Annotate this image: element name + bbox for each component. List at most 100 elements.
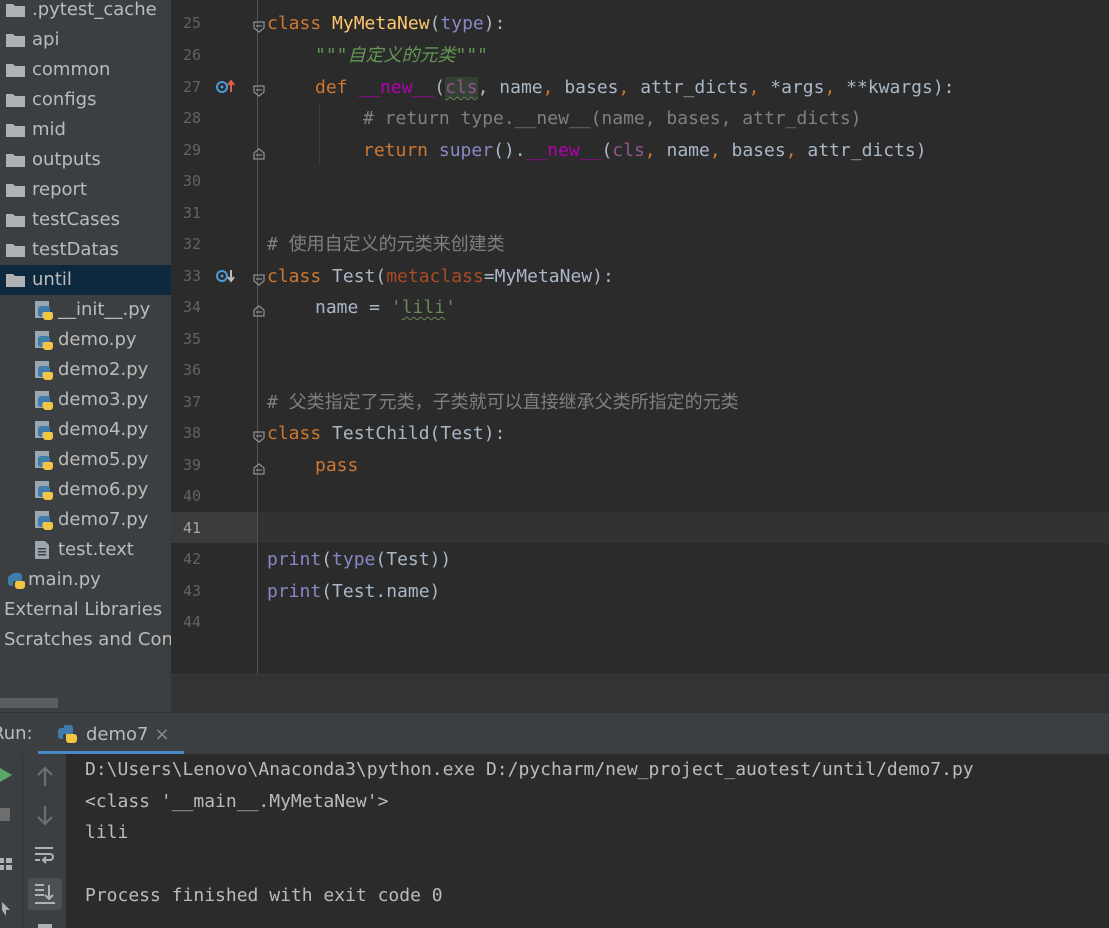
tree-item-pytest-cache[interactable]: .pytest_cache — [0, 0, 171, 25]
token-string-quote: ' — [390, 297, 402, 318]
python-file-icon — [34, 420, 54, 440]
tree-item-label: until — [32, 269, 72, 290]
tree-item-main-py[interactable]: main.py — [0, 565, 171, 595]
code-line-28[interactable]: # return type.__new__(name, bases, attr_… — [363, 103, 862, 134]
token-keyword: return — [363, 140, 429, 161]
code-line-33[interactable]: class Test(metaclass=MyMetaNew): — [267, 261, 614, 292]
folder-icon — [6, 2, 26, 18]
tree-item-label: configs — [32, 89, 97, 110]
tree-item-demo5-py[interactable]: demo5.py — [0, 445, 171, 475]
tree-item-demo6-py[interactable]: demo6.py — [0, 475, 171, 505]
folder-icon — [6, 122, 26, 138]
tree-item-label: demo5.py — [58, 449, 149, 470]
implemented-icon[interactable] — [215, 265, 237, 287]
token-arg: bases — [720, 140, 786, 161]
tree-item-label: api — [32, 29, 60, 50]
line-number: 34 — [182, 298, 201, 316]
python-file-icon — [34, 360, 54, 380]
code-line-34[interactable]: name = 'lili' — [315, 292, 456, 323]
print-icon[interactable] — [36, 920, 54, 928]
indent-guide — [319, 103, 320, 165]
tree-item-testcases[interactable]: testCases — [0, 205, 171, 235]
tree-item-label: .pytest_cache — [32, 0, 157, 20]
tree-item-outputs[interactable]: outputs — [0, 145, 171, 175]
code-line-42[interactable]: print(type(Test)) — [267, 544, 451, 575]
folder-icon — [6, 182, 26, 198]
fold-end-icon[interactable] — [253, 302, 265, 317]
fold-end-icon[interactable] — [253, 145, 265, 160]
tree-item-label: report — [32, 179, 87, 200]
run-tab-demo7[interactable]: demo7 × — [38, 713, 184, 755]
line-number: 26 — [182, 46, 201, 64]
soft-wrap-icon[interactable] — [32, 842, 58, 868]
code-line-32[interactable]: # 使用自定义的元类来创建类 — [267, 229, 505, 260]
tree-item-demo4-py[interactable]: demo4.py — [0, 415, 171, 445]
tree-item-api[interactable]: api — [0, 25, 171, 55]
fold-toggle-icon[interactable] — [253, 271, 265, 286]
tree-item-mid[interactable]: mid — [0, 115, 171, 145]
token-punct: (Test.name) — [321, 581, 441, 602]
fold-toggle-icon[interactable] — [253, 82, 265, 97]
code-editor[interactable]: 25 26 27 28 29 30 31 32 33 34 35 36 37 3… — [171, 0, 1109, 712]
tree-horizontal-scrollbar[interactable] — [0, 698, 58, 708]
code-line-37[interactable]: # 父类指定了元类，子类就可以直接继承父类所指定的元类 — [267, 387, 739, 418]
tree-item-label: demo6.py — [58, 479, 149, 500]
line-number: 28 — [182, 109, 201, 127]
code-line-27[interactable]: def __new__(cls,, name, bases, attr_dict… — [315, 72, 955, 103]
token-param: attr_dicts — [629, 77, 749, 98]
line-number: 40 — [182, 487, 201, 505]
fold-toggle-icon[interactable] — [253, 428, 265, 443]
override-method-icon[interactable] — [215, 76, 237, 98]
tree-item-until[interactable]: until — [0, 265, 171, 295]
tree-item-configs[interactable]: configs — [0, 85, 171, 115]
folder-icon — [6, 242, 26, 258]
tree-item-demo7-py[interactable]: demo7.py — [0, 505, 171, 535]
tree-item-label: demo2.py — [58, 359, 149, 380]
line-number: 37 — [182, 393, 201, 411]
tree-item-report[interactable]: report — [0, 175, 171, 205]
tree-item-label: demo7.py — [58, 509, 149, 530]
close-icon[interactable]: × — [155, 724, 170, 745]
code-line-43[interactable]: print(Test.name) — [267, 576, 440, 607]
code-line-25[interactable]: class MyMetaNew(type): — [267, 8, 505, 39]
tree-item-testdatas[interactable]: testDatas — [0, 235, 171, 265]
tree-item-scratches[interactable]: Scratches and Cons — [0, 625, 171, 655]
tree-item-init-py[interactable]: __init__.py — [0, 295, 171, 325]
scroll-to-end-icon[interactable] — [28, 878, 62, 910]
token-keyword: def — [315, 77, 348, 98]
python-file-icon — [34, 300, 54, 320]
layout-icon[interactable] — [0, 854, 14, 876]
stop-icon[interactable] — [0, 804, 14, 826]
token-keyword: pass — [315, 455, 359, 476]
token-punct: (Test)) — [375, 549, 452, 570]
token-keyword: class — [267, 266, 322, 287]
token-comma: , — [748, 77, 760, 98]
rerun-icon[interactable] — [0, 764, 14, 786]
tree-item-demo3-py[interactable]: demo3.py — [0, 385, 171, 415]
run-console[interactable]: D:\Users\Lenovo\Anaconda3\python.exe D:/… — [66, 754, 1109, 928]
run-tool-window-header: Run: demo7 × — [0, 712, 1109, 755]
token-param: , name — [477, 77, 543, 98]
scroll-down-icon[interactable] — [32, 802, 58, 828]
tree-item-external-libraries[interactable]: External Libraries — [0, 595, 171, 625]
code-line-39[interactable]: pass — [315, 450, 358, 481]
code-line-38[interactable]: class TestChild(Test): — [267, 418, 505, 449]
tree-item-demo-py[interactable]: demo.py — [0, 325, 171, 355]
line-number: 27 — [182, 78, 201, 96]
tree-item-label: test.text — [58, 539, 134, 560]
fold-toggle-icon[interactable] — [253, 18, 265, 33]
tree-item-test-text[interactable]: test.text — [0, 535, 171, 565]
code-line-29[interactable]: return super().__new__(cls, name, bases,… — [363, 135, 927, 166]
pin-icon[interactable] — [0, 898, 14, 920]
scroll-up-icon[interactable] — [32, 764, 58, 790]
line-number: 43 — [182, 582, 201, 600]
fold-end-icon[interactable] — [253, 460, 265, 475]
tree-item-label: demo.py — [58, 329, 137, 350]
tree-item-demo2-py[interactable]: demo2.py — [0, 355, 171, 385]
code-line-26[interactable]: """自定义的元类""" — [315, 40, 488, 71]
tree-item-common[interactable]: common — [0, 55, 171, 85]
python-file-icon — [6, 570, 26, 590]
tree-item-label: External Libraries — [4, 599, 163, 620]
console-line-output: lili — [85, 822, 129, 843]
python-file-icon — [34, 330, 54, 350]
